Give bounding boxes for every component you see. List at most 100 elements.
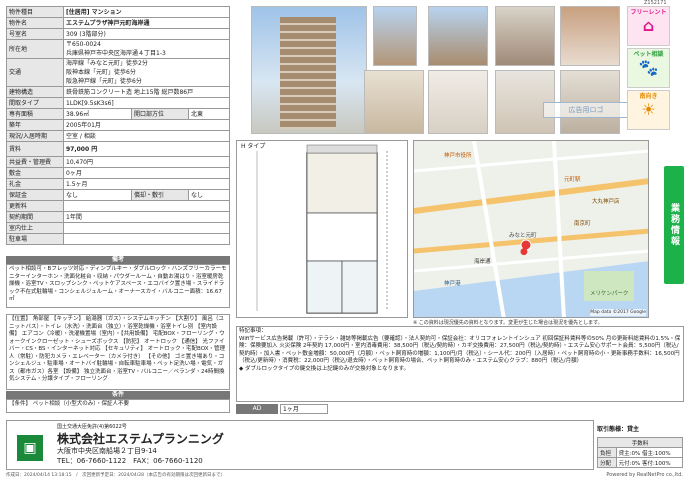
map-copyright: Map data ©2017 Google [590, 308, 646, 316]
thumb-exterior-1[interactable] [373, 6, 417, 66]
inner-label: 室内仕上 [6, 222, 64, 234]
floor-plan[interactable]: H タイプ [236, 140, 408, 318]
dir-label: 開口部方位 [130, 108, 189, 120]
room-label: 号室名 [6, 28, 64, 40]
rent-value: 97,000 円 [63, 141, 230, 157]
remarks-title: 備考 [6, 256, 230, 264]
spec-table: 物件種目 [住居用] マンション 物件名 エステムプラザ神戸元町海岸通 号室名 309… [6, 6, 231, 245]
amort-value: なし [187, 189, 231, 201]
footer-dates: 作成日：2024/04/14 13:18:15 / 次回更新予定日：2024/0… [6, 473, 226, 478]
thumb-exterior-2[interactable] [428, 6, 488, 66]
map-label-5: みなと元町 [509, 233, 537, 239]
map-label-6: メリケンパーク [590, 291, 629, 297]
struct-label: 建物構造 [6, 86, 64, 98]
company-tel: TEL：06-7660-1122 FAX：06-7660-1120 [57, 457, 203, 465]
traffic-2: 阪神本線「元町」徒歩6分 [66, 69, 136, 76]
layout-value: 1LDK[9.5sK3s6] [63, 97, 230, 109]
key-value: 1.5ヶ月 [63, 178, 230, 190]
ad-value: 1ヶ月 [280, 404, 328, 414]
parking-value [63, 233, 230, 245]
property-name: エステムプラザ神戸元町海岸通 [63, 17, 230, 29]
fee-sub: 手数料 [597, 437, 683, 448]
badge-pet: ペット相談 🐾 [627, 48, 670, 88]
contract-value: 1年間 [63, 211, 230, 223]
map-label-1: 神戸市役所 [444, 153, 472, 159]
footer-powered: Powered by RealNetPro co.,ltd. [606, 472, 683, 478]
name-label: 物件名 [6, 17, 64, 29]
fee-row2-label: 分配 [597, 457, 617, 468]
notes-box: 特記事項： Wifiサービス広告掲載（許可）・テラシ・雑誌等掲載広告（要確認）・… [236, 326, 684, 402]
fee-row2-value: 元付:0% 客付:100% [615, 457, 684, 468]
notes-text: Wifiサービス広告掲載（許可）・テラシ・雑誌等掲載広告（要確認）・法人契約可・… [239, 335, 681, 365]
fee-row1-label: 負担 [597, 447, 617, 458]
status-value: 空室 / 相談 [63, 130, 230, 142]
type-label: 物件種目 [6, 6, 64, 18]
ad-label: AD [236, 404, 278, 414]
company-box: ▣ 国土交通大臣免許(4)第6022号 株式会社エステムプランニング 大阪市中央… [6, 420, 594, 470]
thumb-room-2[interactable] [428, 70, 488, 134]
traffic-1: 海岸線「みなと元町」徒歩2分 [66, 60, 148, 67]
building-photo[interactable] [251, 6, 367, 134]
fee-row1-value: 貸主:0% 借主:100% [615, 447, 684, 458]
badge-south-label: 南向き [639, 93, 658, 100]
map-label-4: 南京町 [574, 221, 591, 227]
badge-south: 南向き ☀ [627, 90, 670, 130]
inner-value [63, 222, 230, 234]
parking-label: 駐車場 [6, 233, 64, 245]
built-label: 築年 [6, 119, 64, 131]
deposit-value: 0ヶ月 [63, 167, 230, 179]
badge-pet-label: ペット相談 [633, 51, 664, 58]
guard-value: なし [63, 189, 132, 201]
map-note: ※ この資料は現況優先の資料となります。変更が生じた場合は現況を優先とします。 [413, 320, 603, 326]
badge-free-rent: フリーレント ⌂ [627, 6, 670, 46]
building-shape [280, 17, 336, 129]
room-value: 309 (3階部分) [63, 28, 230, 40]
deposit-label: 敷金 [6, 167, 64, 179]
fee-table: 手数料 負担 貸主:0% 借主:100% 分配 元付:0% 客付:100% [597, 437, 684, 468]
thumb-entrance[interactable] [495, 6, 555, 66]
mgmt-value: 10,470円 [63, 156, 230, 168]
mgmt-label: 共益費・管理費 [6, 156, 64, 168]
company-name: 株式会社エステムプランニング [57, 432, 224, 446]
company-license: 国土交通大臣免許(4)第6022号 [57, 424, 127, 430]
type-value: [住居用] マンション [63, 6, 230, 18]
ad-banner: 広告用ロゴ [543, 102, 629, 118]
traffic-label: 交通 [6, 58, 64, 87]
rent-label: 賃料 [6, 141, 64, 157]
built-value: 2005年01月 [63, 119, 230, 131]
zip-code: 〒650-0024 [66, 41, 101, 48]
sun-icon: ☀ [641, 100, 656, 119]
side-tab-business-info[interactable]: 業務情報 [664, 166, 684, 284]
map-pin-icon: ● [520, 247, 528, 257]
conditions-text: 【条件】 ペット相談（小型犬のみ）・保証人不要 [6, 399, 230, 413]
status-label: 現況/入居時期 [6, 130, 64, 142]
map-label-8: 海岸通 [474, 259, 491, 265]
area-label: 専有面積 [6, 108, 64, 120]
fee-title: 取引態様：貸主 [597, 426, 640, 433]
struct-value: 鉄骨鉄筋コンクリート造 地上15階 総戸数86戸 [63, 86, 230, 98]
map-label-7: 神戸港 [444, 281, 461, 287]
renew-label: 更新料 [6, 200, 64, 212]
area-map[interactable]: 神戸市役所 元町駅 大丸神戸店 南京町 みなと元町 メリケンパーク 神戸港 海岸… [413, 140, 649, 318]
traffic-3: 阪急神戸線「元町」徒歩6分 [66, 78, 142, 85]
key-label: 礼金 [6, 178, 64, 190]
renew-value [63, 200, 230, 212]
addr-label: 所在地 [6, 39, 64, 59]
badge-free-label: フリーレント [630, 9, 667, 16]
layout-label: 間取タイプ [6, 97, 64, 109]
address-value: 兵庫県神戸市中央区海岸通４丁目1-3 [66, 50, 166, 57]
amort-label: 償却・敷引 [130, 189, 189, 201]
floor-plan-drawing [256, 144, 388, 314]
paw-icon: 🐾 [638, 58, 659, 77]
area-value: 38.96㎡ [63, 108, 132, 120]
thumb-lobby[interactable] [560, 6, 620, 66]
features-text: 【位置】 角部屋 【キッチン】 給湯器（ガス）・システムキッチン 【大割り】 風… [6, 314, 230, 390]
conditions-title: 条件 [6, 391, 230, 399]
house-icon: ⌂ [642, 16, 655, 35]
remarks-text: ペット相談可・Bフレッツ対応・ディンプルキー・ダブルロック・ハンズフリーカラーモ… [6, 264, 230, 308]
notes-extra: ◆ ダブルロックタイプの鍵交換は上記鍵のみが交換対象となります。 [239, 365, 410, 372]
address-cell: 〒650-0024 兵庫県神戸市中央区海岸通４丁目1-3 [63, 39, 230, 59]
thumb-room-1[interactable] [364, 70, 424, 134]
company-logo-icon: ▣ [17, 435, 43, 461]
traffic-cell: 海岸線「みなと元町」徒歩2分 阪神本線「元町」徒歩6分 阪急神戸線「元町」徒歩6分 [63, 58, 230, 87]
